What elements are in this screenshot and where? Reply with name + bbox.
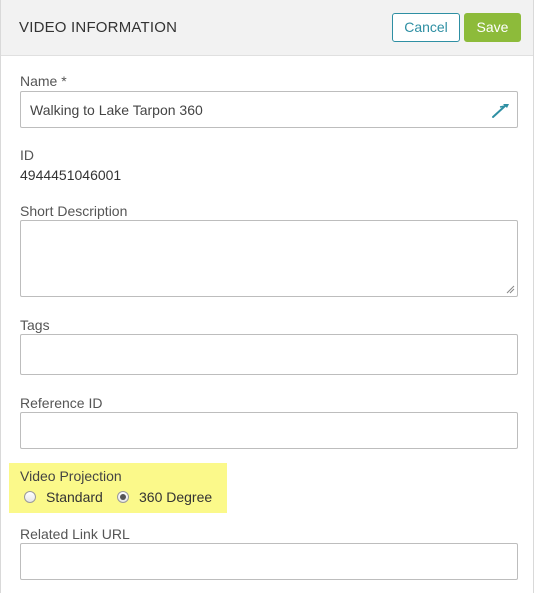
video-information-panel: VIDEO INFORMATION Cancel Save Name * Wal… (0, 0, 534, 593)
tags-label: Tags (20, 317, 50, 333)
edit-pen-icon[interactable] (491, 101, 511, 119)
id-label: ID (20, 147, 34, 163)
save-button[interactable]: Save (464, 13, 521, 42)
radio-360-degree[interactable] (117, 491, 129, 503)
name-label: Name * (20, 73, 67, 89)
radio-option-standard[interactable]: Standard (24, 489, 103, 505)
tags-field[interactable] (20, 334, 518, 375)
radio-360-degree-label: 360 Degree (139, 489, 213, 505)
radio-option-360-degree[interactable]: 360 Degree (117, 489, 212, 505)
video-projection-label: Video Projection (20, 468, 122, 484)
radio-standard[interactable] (24, 491, 36, 503)
cancel-button[interactable]: Cancel (392, 13, 460, 42)
reference-id-field[interactable] (20, 412, 518, 449)
resize-handle-icon[interactable] (506, 285, 515, 294)
panel-header: VIDEO INFORMATION Cancel Save (1, 0, 533, 56)
id-value: 4944451046001 (20, 167, 122, 183)
reference-id-label: Reference ID (20, 395, 103, 411)
name-field-value: Walking to Lake Tarpon 360 (30, 102, 203, 118)
related-link-url-label: Related Link URL (20, 526, 130, 542)
related-link-url-field[interactable] (20, 543, 518, 580)
short-description-textarea[interactable] (20, 220, 518, 297)
short-description-label: Short Description (20, 203, 128, 219)
panel-title: VIDEO INFORMATION (19, 19, 178, 36)
radio-standard-label: Standard (46, 489, 103, 505)
name-field[interactable]: Walking to Lake Tarpon 360 (20, 91, 518, 128)
